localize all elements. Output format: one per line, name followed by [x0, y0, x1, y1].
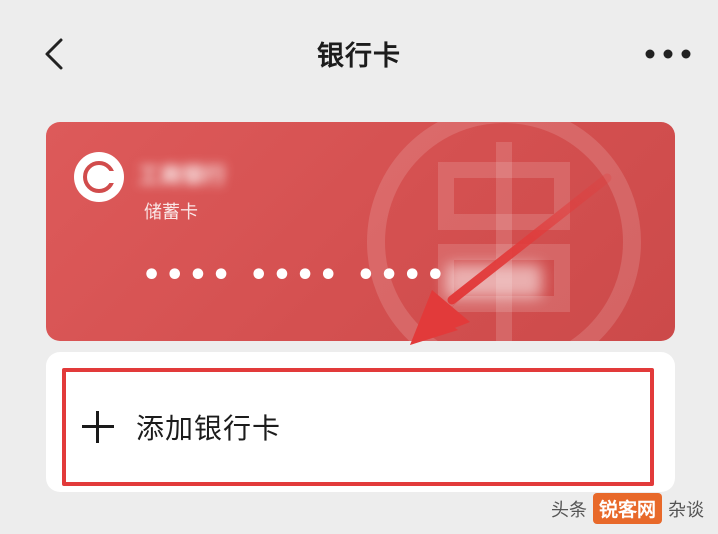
- plus-icon: [82, 411, 114, 443]
- card-number-tail-blurred: [446, 264, 542, 298]
- bank-watermark-icon: [367, 122, 641, 341]
- bank-logo-icon: [74, 152, 124, 202]
- bank-name: 工商银行: [138, 164, 227, 189]
- page-title: 银行卡: [317, 41, 401, 72]
- add-bank-card-label: 添加银行卡: [136, 412, 282, 445]
- ellipsis-icon: [645, 49, 691, 59]
- more-options-button[interactable]: [640, 36, 696, 72]
- add-bank-card-button[interactable]: 添加银行卡: [70, 376, 646, 478]
- card-type: 储蓄卡: [144, 202, 198, 223]
- watermark-site-logo: 锐客网: [592, 493, 662, 524]
- card-number-masked: •••• •••• ••••: [142, 258, 449, 293]
- watermark: 头条 锐客网 杂谈: [551, 493, 704, 524]
- watermark-prefix: 头条: [550, 499, 587, 521]
- bank-card[interactable]: 工商银行 储蓄卡 •••• •••• ••••: [46, 122, 675, 341]
- navigation-bar: 银行卡: [0, 0, 718, 108]
- watermark-suffix: 杂谈: [668, 499, 704, 521]
